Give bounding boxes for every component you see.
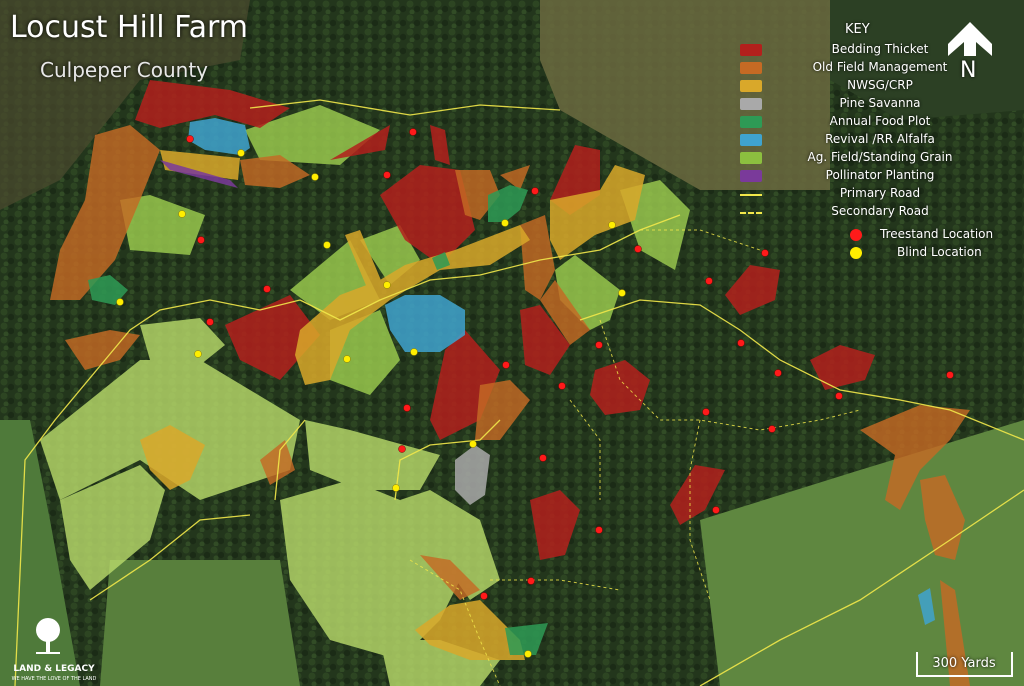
treestand-marker (527, 577, 535, 585)
pine-savanna-swatch (740, 98, 762, 110)
annual-food-plot-swatch (740, 116, 762, 128)
treestand-marker (480, 592, 488, 600)
treestand-marker (946, 371, 954, 379)
treestand-marker (595, 526, 603, 534)
key-label: Treestand Location (880, 227, 994, 241)
key-item-alfalfa: Revival /RR Alfalfa (740, 132, 1010, 148)
blind-marker (618, 289, 626, 297)
key-label: Annual Food Plot (829, 114, 931, 128)
treestand-marker (409, 128, 417, 136)
blind-marker (178, 210, 186, 218)
logo-name: LAND & LEGACY (13, 664, 95, 674)
key-item-secondary-road: Secondary Road (740, 204, 1010, 220)
key-item-blind: Blind Location (740, 245, 1010, 261)
treestand-marker (383, 171, 391, 179)
blind-marker (392, 484, 400, 492)
land-legacy-logo: LAND & LEGACY WE HAVE THE LOVE OF THE LA… (4, 614, 104, 684)
blind-dot-icon (850, 247, 862, 259)
blind-marker (469, 440, 477, 448)
key-label: NWSG/CRP (847, 78, 913, 92)
key-label: Primary Road (839, 186, 921, 200)
blind-marker (343, 355, 351, 363)
treestand-marker (558, 382, 566, 390)
blind-marker (116, 298, 124, 306)
secondary-road-line-icon (740, 212, 762, 214)
blind-marker (524, 650, 532, 658)
blind-marker (311, 173, 319, 181)
treestand-marker (712, 506, 720, 514)
treestand-marker (197, 236, 205, 244)
north-label: N (960, 58, 977, 83)
treestand-marker (186, 135, 194, 143)
treestand-marker (835, 392, 843, 400)
key-item-treestand: Treestand Location (740, 227, 1010, 243)
treestand-marker (206, 318, 214, 326)
map-subtitle: Culpeper County (40, 58, 209, 82)
key-item-pollinator: Pollinator Planting (740, 168, 1010, 184)
treestand-marker (595, 341, 603, 349)
key-item-bedding-thicket: Bedding Thicket (740, 42, 1010, 58)
map-title: Locust Hill Farm (10, 10, 248, 45)
primary-road-line-icon (740, 194, 762, 196)
pasture-south (100, 560, 300, 686)
treestand-marker (768, 425, 776, 433)
logo-tagline: WE HAVE THE LOVE OF THE LAND (11, 676, 97, 682)
key-heading: KEY (845, 22, 870, 37)
key-label: Ag. Field/Standing Grain (807, 150, 953, 164)
scale-label: 300 Yards (932, 656, 996, 671)
blind-marker (383, 281, 391, 289)
pollinator-swatch (740, 170, 762, 182)
treestand-marker (502, 361, 510, 369)
key-label: Secondary Road (831, 204, 929, 218)
treestand-marker (531, 187, 539, 195)
old-field-swatch (740, 62, 762, 74)
treestand-marker (539, 454, 547, 462)
treestand-marker (398, 445, 406, 453)
ag-field-swatch (740, 152, 762, 164)
treestand-dot-icon (850, 229, 862, 241)
key-label: Old Field Management (812, 60, 948, 74)
bedding-thicket-swatch (740, 44, 762, 56)
blind-marker (237, 149, 245, 157)
key-item-primary-road: Primary Road (740, 186, 1010, 202)
blind-marker (410, 348, 418, 356)
key-label: Revival /RR Alfalfa (825, 132, 935, 146)
nwsg-crp-swatch (740, 80, 762, 92)
blind-marker (323, 241, 331, 249)
key-item-annual-food-plot: Annual Food Plot (740, 114, 1010, 130)
key-label: Pine Savanna (839, 96, 921, 110)
key-item-ag-field: Ag. Field/Standing Grain (740, 150, 1010, 166)
key-label: Blind Location (897, 245, 982, 259)
blind-marker (194, 350, 202, 358)
blind-marker (608, 221, 616, 229)
treestand-marker (774, 369, 782, 377)
key-label: Pollinator Planting (825, 168, 935, 182)
scale-bar-label-box: 300 Yards (916, 650, 1012, 676)
treestand-marker (263, 285, 271, 293)
treestand-marker (705, 277, 713, 285)
treestand-marker (403, 404, 411, 412)
treestand-marker (737, 339, 745, 347)
treestand-marker (634, 245, 642, 253)
blind-marker (501, 219, 509, 227)
key-item-pine-savanna: Pine Savanna (740, 96, 1010, 112)
alfalfa-swatch (740, 134, 762, 146)
key-label: Bedding Thicket (831, 42, 929, 56)
treestand-marker (702, 408, 710, 416)
